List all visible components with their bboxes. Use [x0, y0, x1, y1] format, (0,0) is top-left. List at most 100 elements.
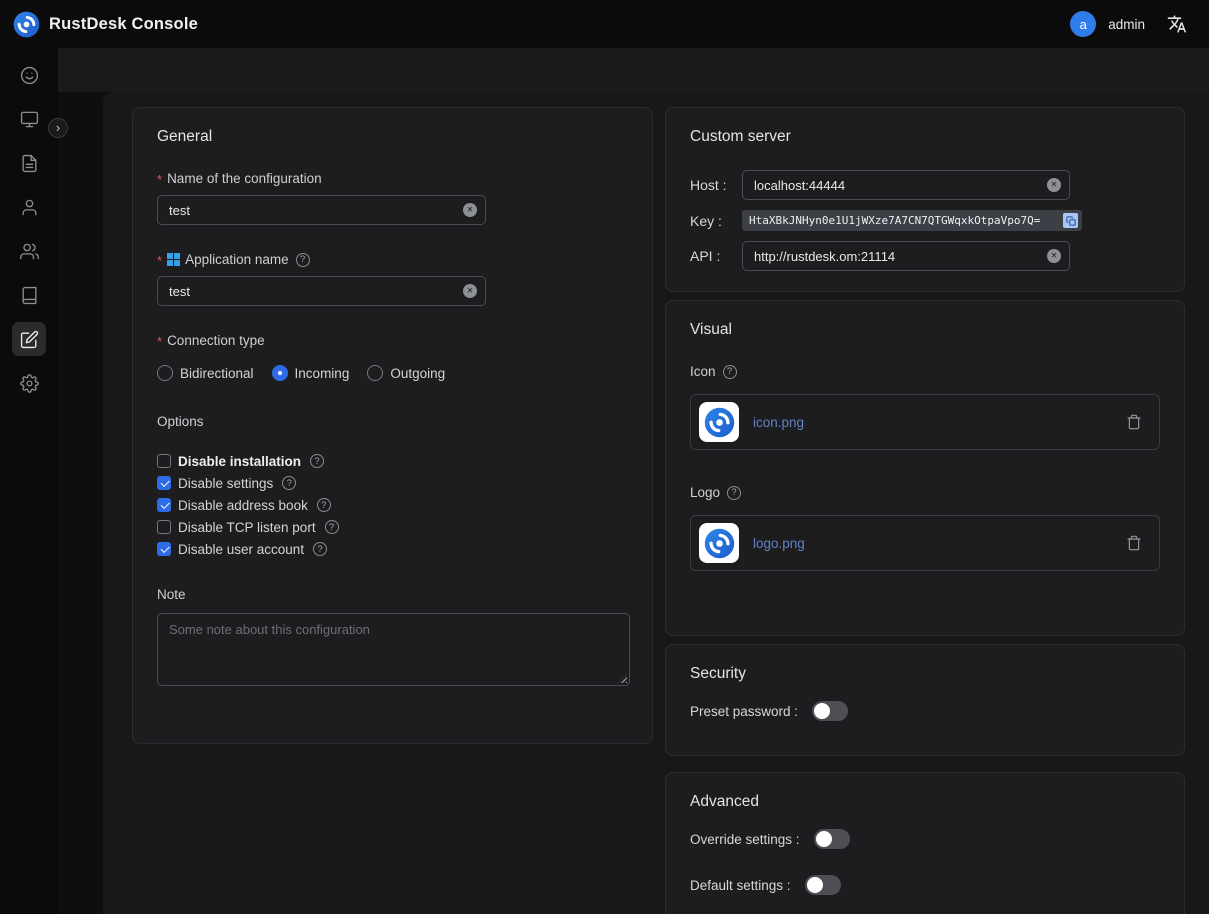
sidebar	[0, 48, 58, 914]
windows-logo-icon	[167, 253, 180, 266]
sidebar-item-users[interactable]	[0, 185, 58, 229]
clear-icon[interactable]	[1047, 249, 1061, 263]
host-label: Host :	[690, 177, 742, 193]
checkbox-disable-user-account[interactable]: Disable user account	[157, 538, 628, 560]
top-bar: RustDesk Console a admin	[0, 0, 1209, 48]
default-settings-label: Default settings :	[690, 878, 791, 893]
default-settings-toggle[interactable]	[805, 875, 841, 895]
radio-incoming[interactable]: Incoming	[272, 365, 350, 381]
security-card: Security Preset password :	[665, 644, 1185, 756]
help-icon[interactable]	[296, 253, 310, 267]
username[interactable]: admin	[1108, 17, 1145, 32]
clear-icon[interactable]	[463, 284, 477, 298]
trash-icon[interactable]	[1126, 535, 1142, 551]
general-card-title: General	[157, 128, 628, 146]
config-name-input[interactable]	[157, 195, 486, 225]
toggle-knob	[814, 703, 830, 719]
top-strip	[58, 48, 1209, 92]
main-panel: General Name of the configuration Applic…	[103, 92, 1209, 914]
options-label-row: Options	[157, 413, 628, 430]
note-textarea[interactable]	[157, 613, 630, 686]
icon-label: Icon	[690, 364, 716, 379]
visual-card: Visual Icon icon.png Logo	[665, 300, 1185, 636]
required-asterisk	[157, 335, 162, 348]
users-icon	[20, 242, 39, 261]
radio-outgoing[interactable]: Outgoing	[367, 365, 445, 381]
required-asterisk	[157, 173, 162, 186]
help-icon[interactable]	[317, 498, 331, 512]
radio-bidirectional[interactable]: Bidirectional	[157, 365, 254, 381]
sidebar-item-devices[interactable]	[0, 97, 58, 141]
help-icon[interactable]	[723, 365, 737, 379]
rustdesk-logo-icon	[13, 11, 40, 38]
preset-password-label: Preset password :	[690, 704, 798, 719]
topbar-right: a admin	[1070, 11, 1187, 37]
sidebar-item-address-books[interactable]	[0, 273, 58, 317]
sidebar-collapse-button[interactable]	[48, 118, 68, 138]
radio-label: Bidirectional	[180, 366, 254, 381]
custom-server-title: Custom server	[690, 128, 1160, 146]
sidebar-item-settings[interactable]	[0, 361, 58, 405]
override-settings-toggle[interactable]	[814, 829, 850, 849]
help-icon[interactable]	[325, 520, 339, 534]
note-label: Note	[157, 587, 186, 602]
icon-file-box: icon.png	[690, 394, 1160, 450]
api-field	[742, 241, 1070, 271]
override-settings-label: Override settings :	[690, 832, 800, 847]
logo-label-row: Logo	[690, 484, 1160, 501]
brand: RustDesk Console	[13, 11, 198, 38]
options-checkbox-list: Disable installation Disable settings Di…	[157, 450, 628, 560]
toggle-knob	[807, 877, 823, 893]
host-input[interactable]	[742, 170, 1070, 200]
clear-icon[interactable]	[1047, 178, 1061, 192]
checkbox-disable-tcp-listen-port[interactable]: Disable TCP listen port	[157, 516, 628, 538]
checkbox-label: Disable address book	[178, 498, 308, 513]
copy-icon[interactable]	[1063, 213, 1078, 228]
checkbox-box	[157, 476, 171, 490]
key-value: HtaXBkJNHyn0e1U1jWXze7A7CN7QTGWqxkOtpaVp…	[749, 214, 1040, 227]
app-title: RustDesk Console	[49, 15, 198, 34]
icon-file-link[interactable]: icon.png	[753, 415, 1126, 430]
icon-label-row: Icon	[690, 363, 1160, 380]
connection-type-label-row: Connection type	[157, 332, 628, 349]
radio-circle	[367, 365, 383, 381]
sidebar-item-audit[interactable]	[0, 141, 58, 185]
preset-password-row: Preset password :	[690, 699, 1160, 723]
api-input[interactable]	[742, 241, 1070, 271]
logo-preview-image	[699, 523, 739, 563]
advanced-card-title: Advanced	[690, 793, 1160, 811]
radio-circle	[272, 365, 288, 381]
translate-icon[interactable]	[1167, 14, 1187, 34]
override-settings-row: Override settings :	[690, 827, 1160, 851]
help-icon[interactable]	[310, 454, 324, 468]
help-icon[interactable]	[313, 542, 327, 556]
checkbox-disable-installation[interactable]: Disable installation	[157, 450, 628, 472]
user-avatar[interactable]: a	[1070, 11, 1096, 37]
key-row: Key : HtaXBkJNHyn0e1U1jWXze7A7CN7QTGWqxk…	[690, 210, 1160, 231]
sidebar-item-groups[interactable]	[0, 229, 58, 273]
preset-password-toggle[interactable]	[812, 701, 848, 721]
sidebar-item-custom-clients[interactable]	[0, 317, 58, 361]
checkbox-box	[157, 542, 171, 556]
gear-icon	[20, 374, 39, 393]
custom-server-card: Custom server Host : Key : HtaXBkJNHyn0e…	[665, 107, 1185, 292]
sidebar-item-dashboard[interactable]	[0, 53, 58, 97]
logo-file-box: logo.png	[690, 515, 1160, 571]
checkbox-disable-settings[interactable]: Disable settings	[157, 472, 628, 494]
document-icon	[20, 154, 39, 173]
logo-file-link[interactable]: logo.png	[753, 536, 1126, 551]
checkbox-box	[157, 454, 171, 468]
checkbox-disable-address-book[interactable]: Disable address book	[157, 494, 628, 516]
dashboard-icon	[20, 66, 39, 85]
book-icon	[20, 286, 39, 305]
app-name-label-row: Application name	[157, 251, 628, 268]
clear-icon[interactable]	[463, 203, 477, 217]
checkbox-label: Disable installation	[178, 454, 301, 469]
help-icon[interactable]	[727, 486, 741, 500]
toggle-knob	[816, 831, 832, 847]
app-name-input[interactable]	[157, 276, 486, 306]
security-card-title: Security	[690, 665, 1160, 683]
api-label: API :	[690, 248, 742, 264]
help-icon[interactable]	[282, 476, 296, 490]
trash-icon[interactable]	[1126, 414, 1142, 430]
